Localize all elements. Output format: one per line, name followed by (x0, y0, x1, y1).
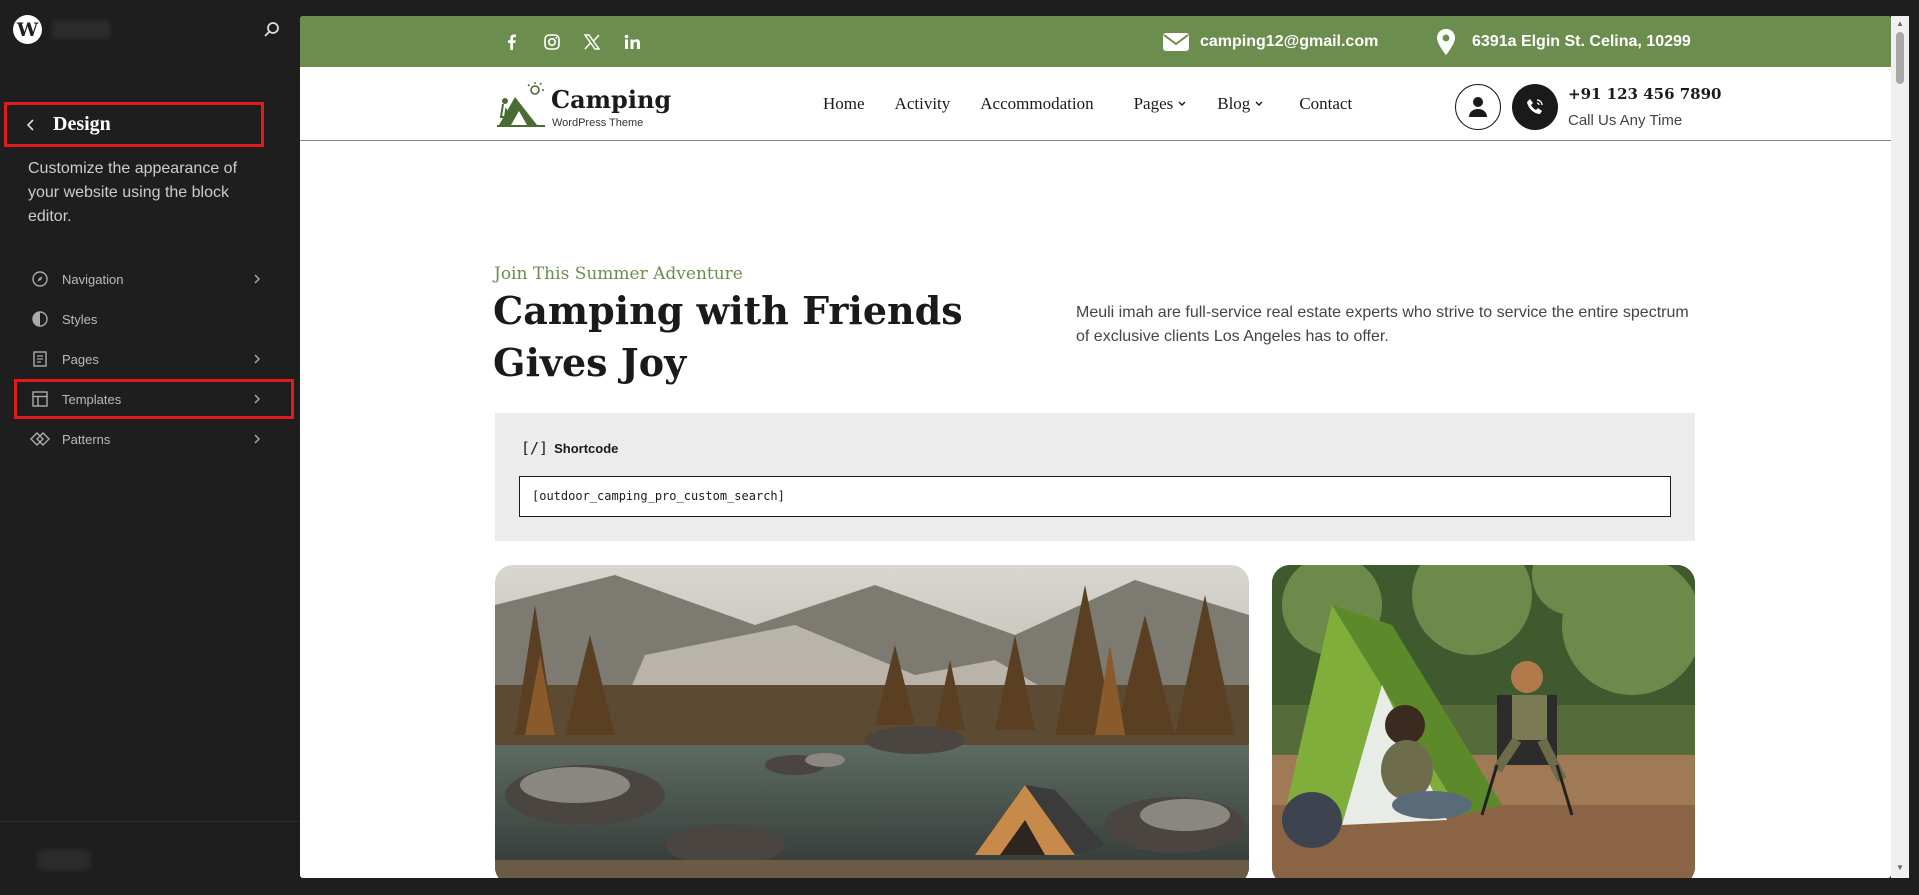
site-logo-name[interactable]: Camping (551, 85, 671, 114)
shortcode-label: [/] Shortcode (521, 439, 618, 457)
shortcode-icon: [/] (521, 439, 549, 457)
menu-item-home[interactable]: Home (823, 94, 865, 114)
chevron-right-icon (254, 394, 260, 404)
editor-canvas[interactable]: camping12@gmail.com 6391a Elgin St. Celi… (300, 16, 1891, 878)
shortcode-block[interactable]: [/] Shortcode [outdoor_camping_pro_custo… (495, 413, 1695, 541)
scroll-up-arrow-icon[interactable]: ▲ (1896, 20, 1904, 28)
topbar-address: 6391a Elgin St. Celina, 10299 (1472, 33, 1691, 50)
user-icon (1469, 97, 1487, 117)
sidebar-item-patterns[interactable]: Patterns (14, 419, 294, 459)
sidebar-item-pages[interactable]: Pages (14, 339, 294, 379)
menu-item-blog[interactable]: Blog (1217, 94, 1264, 114)
diamond-icon (30, 432, 50, 446)
topbar-email[interactable]: camping12@gmail.com (1200, 33, 1378, 51)
half-circle-icon (32, 311, 48, 327)
hero-eyebrow: Join This Summer Adventure (494, 264, 743, 284)
chevron-right-icon (254, 434, 260, 444)
wordpress-logo-icon[interactable]: W (13, 15, 42, 44)
phone-icon (1527, 99, 1543, 114)
sidebar-item-styles[interactable]: Styles (14, 299, 294, 339)
canvas-scrollbar[interactable] (1891, 16, 1909, 878)
facebook-icon[interactable] (503, 33, 521, 51)
site-logo-tagline: WordPress Theme (552, 117, 644, 129)
sidebar-item-navigation[interactable]: Navigation (14, 259, 294, 299)
menu-item-label: Pages (1133, 94, 1174, 113)
shortcode-input[interactable]: [outdoor_camping_pro_custom_search] (519, 476, 1671, 517)
design-description: Customize the appearance of your website… (28, 160, 238, 225)
sidebar-item-label: Styles (62, 311, 98, 327)
design-title: Design (53, 113, 111, 135)
hero-text: Meuli imah are full-service real estate … (1076, 304, 1689, 345)
page-icon (33, 351, 47, 367)
family-tent-image[interactable] (1272, 565, 1695, 878)
design-header[interactable]: Design (4, 102, 264, 147)
sidebar-item-label: Patterns (62, 431, 111, 447)
chevron-down-icon (1178, 101, 1186, 106)
x-icon[interactable] (583, 33, 601, 51)
instagram-icon[interactable] (543, 33, 561, 51)
scroll-down-arrow-icon[interactable]: ▼ (1896, 864, 1904, 872)
sidebar-item-templates[interactable]: Templates (14, 379, 294, 419)
header-phone-caption: Call Us Any Time (1568, 112, 1683, 129)
site-editor-sidebar: W Design Customize the appearance of you… (0, 0, 299, 895)
site-name-blurred (52, 20, 110, 39)
main-menu: Home Activity Accommodation Pages Blog C… (823, 94, 1352, 114)
site-topbar: camping12@gmail.com 6391a Elgin St. Celi… (300, 16, 1891, 67)
design-nav-list: Navigation Styles Pages Templates Patter… (14, 259, 294, 459)
mail-icon (1163, 33, 1189, 51)
location-pin-icon (1437, 29, 1455, 55)
user-avatar-blurred[interactable] (38, 850, 90, 870)
chevron-left-icon[interactable] (25, 118, 37, 131)
header-phone-number[interactable]: +91 123 456 7890 (1568, 85, 1721, 103)
menu-item-activity[interactable]: Activity (895, 94, 951, 114)
compass-icon (32, 271, 48, 287)
menu-item-accommodation[interactable]: Accommodation (980, 94, 1093, 114)
menu-item-label: Blog (1217, 94, 1251, 113)
chevron-right-icon (254, 274, 260, 284)
site-header: Camping WordPress Theme Home Activity Ac… (300, 67, 1891, 141)
search-icon[interactable] (262, 20, 282, 40)
sidebar-item-label: Pages (62, 351, 99, 367)
account-button[interactable] (1455, 84, 1501, 130)
chevron-down-icon (1255, 101, 1263, 106)
hero-title: Camping with Friends Gives Joy (493, 288, 963, 385)
layout-icon (32, 391, 48, 407)
chevron-right-icon (254, 354, 260, 364)
linkedin-icon[interactable] (623, 33, 641, 51)
call-button[interactable] (1512, 84, 1558, 130)
lake-camping-image[interactable] (495, 565, 1249, 878)
sidebar-divider (0, 821, 299, 822)
menu-item-pages[interactable]: Pages (1134, 94, 1188, 114)
sidebar-item-label: Templates (62, 391, 122, 407)
sidebar-item-label: Navigation (62, 271, 124, 287)
scrollbar-thumb[interactable] (1896, 32, 1904, 84)
menu-item-contact[interactable]: Contact (1299, 94, 1352, 114)
tent-logo-icon[interactable] (497, 81, 547, 129)
shortcode-label-text: Shortcode (554, 440, 619, 456)
